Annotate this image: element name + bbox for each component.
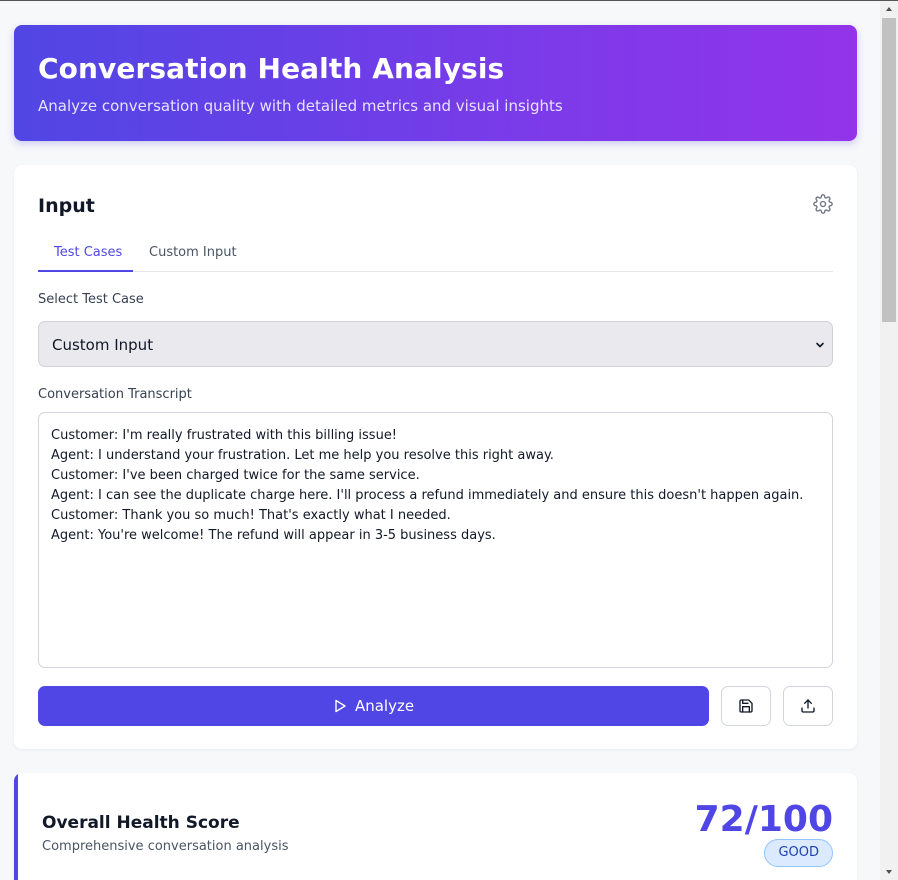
upload-icon <box>801 699 815 713</box>
scrollbar-thumb[interactable] <box>882 18 896 322</box>
page-subtitle: Analyze conversation quality with detail… <box>38 97 563 115</box>
overall-score-card: Overall Health Score Comprehensive conve… <box>14 773 857 880</box>
gear-icon[interactable] <box>813 194 833 214</box>
play-icon <box>335 699 346 713</box>
score-card-title: Overall Health Score <box>42 813 240 833</box>
scroll-up-arrow-icon[interactable] <box>880 1 898 17</box>
health-score-value: 72/100 <box>694 799 833 840</box>
tab-custom-input[interactable]: Custom Input <box>149 245 237 260</box>
analyze-button-label: Analyze <box>354 697 415 715</box>
input-tabs: Test Cases Custom Input <box>38 236 833 272</box>
analyze-button[interactable]: Analyze <box>38 686 709 726</box>
score-card-subtitle: Comprehensive conversation analysis <box>42 839 289 854</box>
header-banner: Conversation Health Analysis Analyze con… <box>14 25 857 141</box>
status-badge: GOOD <box>764 839 833 867</box>
active-tab-indicator <box>38 270 133 272</box>
save-icon <box>739 699 753 713</box>
input-card: Input Test Cases Custom Input Select Tes… <box>14 165 857 749</box>
select-test-case-label: Select Test Case <box>38 292 144 307</box>
score-card-accent <box>14 773 18 880</box>
tab-test-cases[interactable]: Test Cases <box>54 245 122 260</box>
vertical-scrollbar[interactable] <box>880 1 898 880</box>
upload-button[interactable] <box>783 686 833 726</box>
test-case-select-value: Custom Input <box>52 336 154 354</box>
page-title: Conversation Health Analysis <box>38 52 505 85</box>
input-card-title: Input <box>38 195 95 217</box>
chevron-down-icon <box>816 342 824 348</box>
save-button[interactable] <box>721 686 771 726</box>
page: Conversation Health Analysis Analyze con… <box>0 1 880 880</box>
scroll-down-arrow-icon[interactable] <box>880 864 898 880</box>
test-case-select[interactable]: Custom Input <box>38 321 833 367</box>
transcript-label: Conversation Transcript <box>38 387 192 402</box>
transcript-textarea[interactable]: Customer: I'm really frustrated with thi… <box>38 412 833 668</box>
